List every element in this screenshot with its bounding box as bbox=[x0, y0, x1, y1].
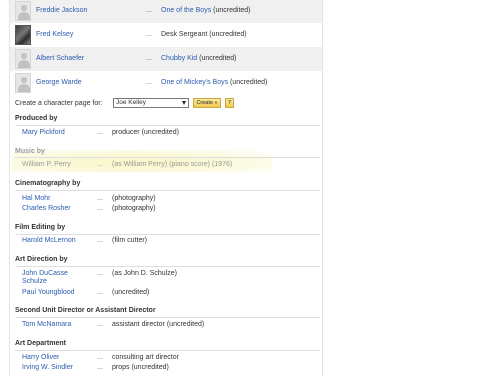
row-dots: ... bbox=[97, 129, 103, 136]
character-cell: Chubby Kid (uncredited) bbox=[161, 55, 237, 62]
crew-credit: (as John D. Schulze) bbox=[112, 270, 177, 277]
row-dots: ... bbox=[97, 195, 103, 202]
crew-credit: props (uncredited) bbox=[112, 364, 169, 371]
character-cell: One of the Boys (uncredited) bbox=[161, 7, 251, 14]
row-dots: ... bbox=[146, 55, 152, 62]
cast-row: Albert Schaefer ... Chubby Kid (uncredit… bbox=[10, 47, 322, 71]
section-title-film-editing-by: Film Editing by bbox=[15, 224, 66, 231]
section-divider bbox=[15, 234, 320, 235]
section-divider bbox=[15, 190, 320, 191]
row-dots: ... bbox=[97, 161, 103, 168]
crew-link[interactable]: Tom McNamara bbox=[22, 321, 71, 328]
character-link[interactable]: Chubby Kid bbox=[161, 55, 197, 62]
section-divider bbox=[15, 266, 320, 267]
content-right-border bbox=[322, 0, 323, 376]
crew-link[interactable]: William P. Perry bbox=[22, 161, 71, 168]
help-button[interactable]: ? bbox=[225, 98, 234, 108]
row-dots: ... bbox=[146, 7, 152, 14]
crew-link[interactable]: Irving W. Sindler bbox=[22, 364, 73, 371]
character-page-label: Create a character page for: bbox=[15, 100, 103, 107]
row-dots: ... bbox=[97, 289, 103, 296]
crew-credit: (photography) bbox=[112, 205, 156, 212]
crew-link[interactable]: Harry Oliver bbox=[22, 354, 59, 361]
actor-photo-placeholder-icon[interactable] bbox=[15, 1, 31, 21]
section-divider bbox=[15, 157, 320, 158]
character-note: (uncredited) bbox=[213, 7, 251, 14]
row-dots: ... bbox=[97, 237, 103, 244]
crew-link[interactable]: Mary Pickford bbox=[22, 129, 65, 136]
crew-link[interactable]: Paul Youngblood bbox=[22, 289, 75, 296]
create-button[interactable]: Create » bbox=[193, 98, 221, 108]
actor-photo-placeholder-icon[interactable] bbox=[15, 73, 31, 93]
crew-credit: (film cutter) bbox=[112, 237, 147, 244]
section-divider bbox=[15, 125, 320, 126]
crew-link[interactable]: John DuCasse bbox=[22, 270, 68, 277]
crew-link[interactable]: Charles Rosher bbox=[22, 205, 71, 212]
credits-page: Freddie Jackson ... One of the Boys (unc… bbox=[0, 0, 490, 376]
actor-link[interactable]: Fred Kelsey bbox=[36, 31, 73, 38]
section-title-second-unit: Second Unit Director or Assistant Direct… bbox=[15, 307, 156, 314]
crew-credit: (uncredited) bbox=[112, 289, 150, 296]
row-dots: ... bbox=[97, 364, 103, 371]
character-page-form: Create a character page for: Joe Kelley … bbox=[15, 98, 315, 110]
character-text: Desk Sergeant (uncredited) bbox=[161, 31, 247, 38]
actor-photo-placeholder-icon[interactable] bbox=[15, 49, 31, 69]
crew-credit: consulting art director bbox=[112, 354, 179, 361]
row-dots: ... bbox=[97, 321, 103, 328]
actor-link[interactable]: George Warde bbox=[36, 79, 82, 86]
actor-link[interactable]: Freddie Jackson bbox=[36, 7, 87, 14]
crew-credit: assistant director (uncredited) bbox=[112, 321, 205, 328]
crew-credit: (photography) bbox=[112, 195, 156, 202]
section-title-cinematography-by: Cinematography by bbox=[15, 180, 81, 187]
row-dots: ... bbox=[97, 205, 103, 212]
crew-link[interactable]: Harold McLernon bbox=[22, 237, 76, 244]
section-title-art-department: Art Department bbox=[15, 340, 66, 347]
row-dots: ... bbox=[146, 31, 152, 38]
character-select-value: Joe Kelley bbox=[116, 99, 146, 106]
chevron-down-icon bbox=[182, 101, 186, 105]
row-dots: ... bbox=[146, 79, 152, 86]
character-cell: One of Mickey's Boys (uncredited) bbox=[161, 79, 267, 86]
character-note: (uncredited) bbox=[199, 55, 237, 62]
crew-link[interactable]: Schulze bbox=[22, 278, 47, 285]
section-divider bbox=[15, 350, 320, 351]
crew-credit: (as William Perry) (piano score) (1976) bbox=[112, 161, 233, 168]
row-dots: ... bbox=[97, 354, 103, 361]
section-divider bbox=[15, 317, 320, 318]
cast-row: Freddie Jackson ... One of the Boys (unc… bbox=[10, 0, 322, 23]
section-title-music-by: Music by bbox=[15, 148, 45, 155]
character-select[interactable]: Joe Kelley bbox=[113, 98, 189, 108]
cast-row: George Warde ... One of Mickey's Boys (u… bbox=[10, 71, 322, 95]
actor-link[interactable]: Albert Schaefer bbox=[36, 55, 84, 62]
crew-link[interactable]: Hal Mohr bbox=[22, 195, 50, 202]
character-note: (uncredited) bbox=[230, 79, 268, 86]
character-link[interactable]: One of Mickey's Boys bbox=[161, 79, 228, 86]
row-dots: ... bbox=[97, 270, 103, 277]
actor-photo[interactable] bbox=[15, 25, 31, 45]
cast-row: Fred Kelsey ... Desk Sergeant (uncredite… bbox=[10, 23, 322, 47]
crew-credit: producer (uncredited) bbox=[112, 129, 179, 136]
section-title-art-direction-by: Art Direction by bbox=[15, 256, 68, 263]
section-title-produced-by: Produced by bbox=[15, 115, 58, 122]
character-link[interactable]: One of the Boys bbox=[161, 7, 211, 14]
